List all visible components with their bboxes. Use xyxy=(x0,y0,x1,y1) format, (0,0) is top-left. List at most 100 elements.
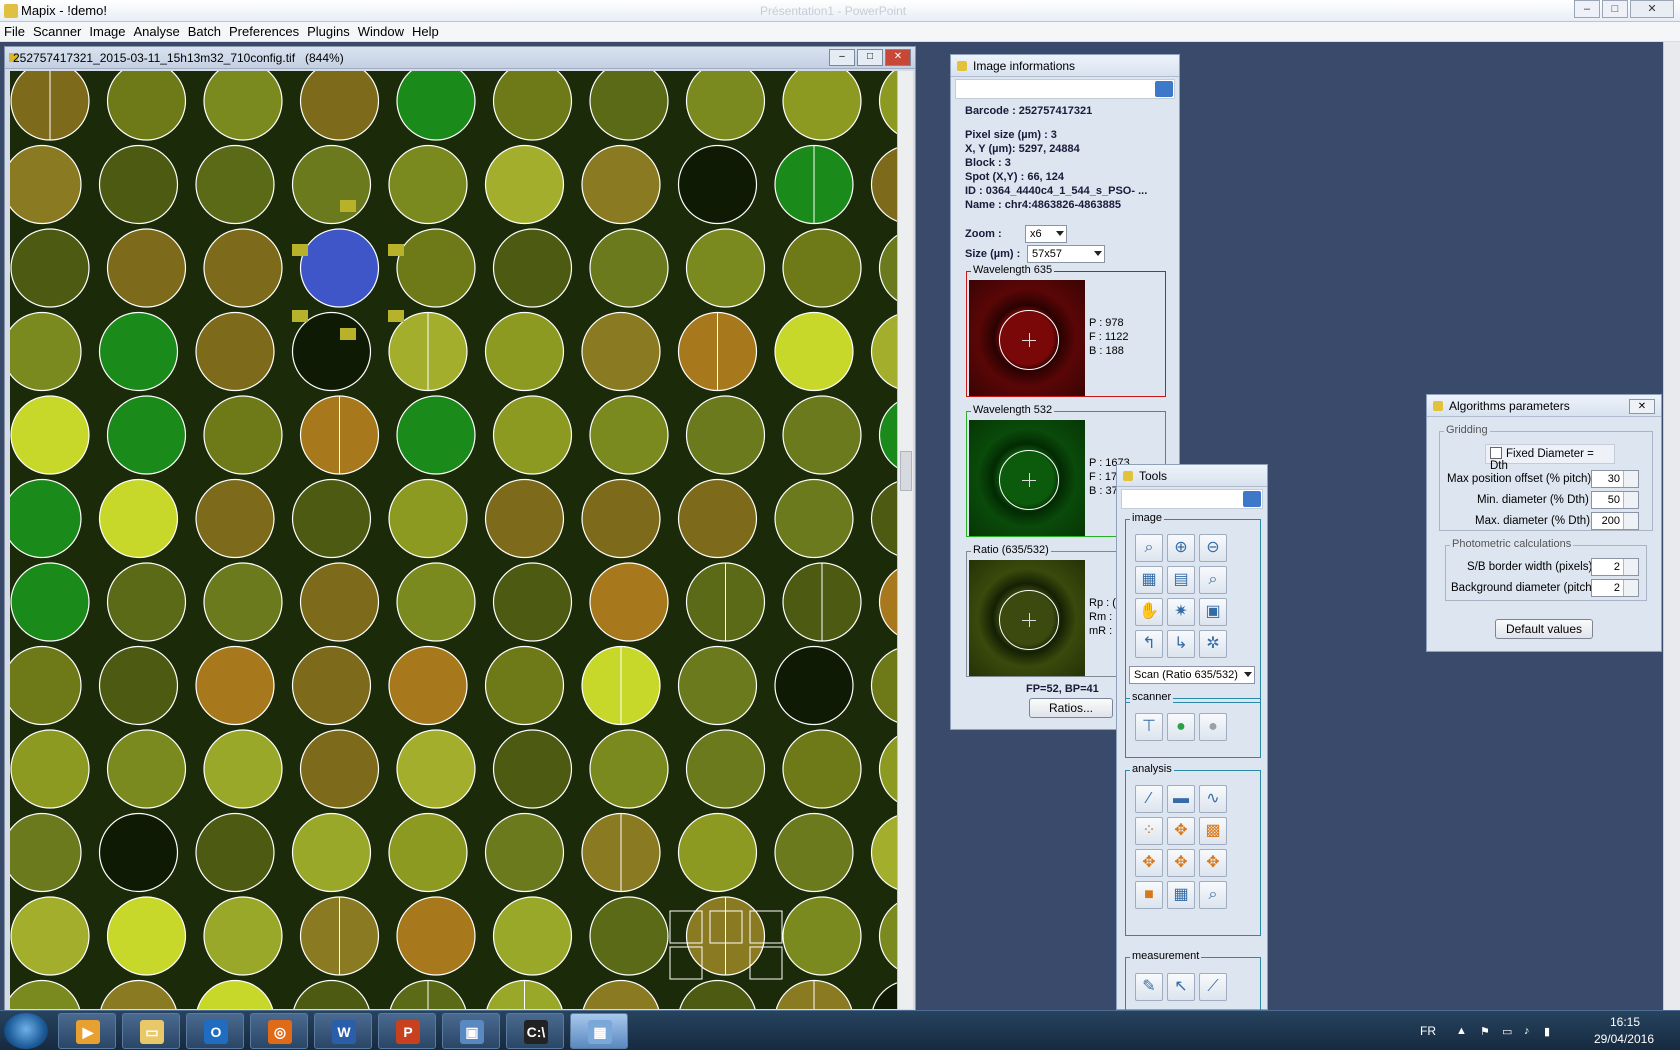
dock-icon[interactable] xyxy=(1243,491,1261,507)
spot[interactable] xyxy=(774,812,854,893)
ratios-button[interactable]: Ratios... xyxy=(1029,698,1113,718)
grid-marker[interactable] xyxy=(340,328,356,340)
spot[interactable] xyxy=(396,896,476,976)
scanner-tree-icon[interactable]: ⊤ xyxy=(1135,713,1163,741)
spot[interactable] xyxy=(10,896,90,976)
default-values-button[interactable]: Default values xyxy=(1495,619,1593,639)
spot[interactable] xyxy=(106,228,187,308)
hand-icon[interactable]: ✋ xyxy=(1135,598,1163,626)
spot[interactable] xyxy=(677,144,758,225)
image-minimize-button[interactable]: ‒ xyxy=(829,49,855,66)
move-block-icon[interactable]: ▩ xyxy=(1199,817,1227,845)
spot[interactable] xyxy=(685,729,766,809)
spot[interactable] xyxy=(492,228,573,308)
language-indicator[interactable]: FR xyxy=(1420,1024,1436,1038)
pointer-icon[interactable]: ↖ xyxy=(1167,973,1195,1001)
spot[interactable] xyxy=(582,979,660,1010)
spot[interactable] xyxy=(396,228,476,308)
spot[interactable] xyxy=(203,729,283,809)
spot[interactable] xyxy=(293,979,371,1010)
pencil-icon[interactable]: ✎ xyxy=(1135,973,1163,1001)
zoom-region-icon[interactable]: ⌕ xyxy=(1199,566,1227,594)
taskbar-cmd[interactable]: C:\ xyxy=(506,1013,564,1049)
volume-muted-icon[interactable]: ♪ xyxy=(1524,1025,1536,1037)
spot[interactable] xyxy=(870,480,898,558)
fixed-diameter-checkbox[interactable] xyxy=(1490,447,1502,459)
spot[interactable] xyxy=(299,729,380,809)
menu-analyse[interactable]: Analyse xyxy=(133,22,185,41)
spot[interactable] xyxy=(581,144,661,225)
taskbar-explorer[interactable]: ▭ xyxy=(122,1013,180,1049)
taskbar-powerpoint[interactable]: P xyxy=(378,1013,436,1049)
spot[interactable] xyxy=(484,311,565,392)
clock-time[interactable]: 16:15 xyxy=(1610,1015,1640,1029)
maximize-button[interactable]: □ xyxy=(1602,0,1628,18)
grid-marker[interactable] xyxy=(292,244,308,256)
spot[interactable] xyxy=(299,71,380,141)
spot[interactable] xyxy=(10,729,90,809)
ruler-icon[interactable]: ⟋ xyxy=(1199,973,1227,1001)
spot[interactable] xyxy=(878,563,898,641)
menu-image[interactable]: Image xyxy=(88,22,130,41)
auto-grid-c-icon[interactable]: ✥ xyxy=(1199,849,1227,877)
undo-icon[interactable]: ↰ xyxy=(1135,630,1163,658)
spot[interactable] xyxy=(396,395,476,475)
spot[interactable] xyxy=(10,478,82,559)
scanner-start-icon[interactable]: ● xyxy=(1167,713,1195,741)
taskbar-word[interactable]: W xyxy=(314,1013,372,1049)
spot[interactable] xyxy=(589,896,669,976)
spot[interactable] xyxy=(388,645,468,726)
menu-file[interactable]: File xyxy=(3,22,30,41)
minimize-button[interactable]: ‒ xyxy=(1574,0,1600,18)
spot[interactable] xyxy=(782,71,862,141)
spot[interactable] xyxy=(388,812,468,893)
spinner-arrows-icon[interactable] xyxy=(1623,513,1638,529)
spot[interactable] xyxy=(484,812,565,893)
dock-icon[interactable] xyxy=(1155,81,1173,97)
scan-mode-combo[interactable]: Scan (Ratio 635/532) xyxy=(1129,666,1255,684)
spot[interactable] xyxy=(589,729,669,809)
taskbar-firefox[interactable]: ◎ xyxy=(250,1013,308,1049)
spot[interactable] xyxy=(106,71,187,141)
image-informations-titlebar[interactable]: Image informations xyxy=(951,55,1179,77)
taskbar-photo-viewer[interactable]: ▣ xyxy=(442,1013,500,1049)
spot[interactable] xyxy=(878,897,898,975)
spot[interactable] xyxy=(291,645,372,726)
grid-marker[interactable] xyxy=(388,244,404,256)
auto-spot-icon[interactable]: ⁘ xyxy=(1135,817,1163,845)
network-icon[interactable]: ✲ xyxy=(1199,630,1227,658)
spot[interactable] xyxy=(98,812,179,893)
spot[interactable] xyxy=(774,645,854,726)
spot[interactable] xyxy=(10,311,82,392)
spot[interactable] xyxy=(782,228,862,308)
taskbar-outlook[interactable]: O xyxy=(186,1013,244,1049)
scrollbar-thumb[interactable] xyxy=(900,451,912,491)
clock-date[interactable]: 29/04/2016 xyxy=(1594,1032,1654,1046)
spot[interactable] xyxy=(492,395,573,475)
spot[interactable] xyxy=(870,146,898,224)
spot[interactable] xyxy=(396,562,476,642)
zoom-out-icon[interactable]: ⊖ xyxy=(1199,534,1227,562)
spot[interactable] xyxy=(396,729,476,809)
auto-grid-a-icon[interactable]: ✥ xyxy=(1135,849,1163,877)
spot[interactable] xyxy=(98,645,179,726)
profile-icon[interactable]: ∿ xyxy=(1199,785,1227,813)
spot[interactable] xyxy=(106,896,187,976)
spot[interactable] xyxy=(203,395,283,475)
scanner-stop-icon[interactable]: ● xyxy=(1199,713,1227,741)
spot[interactable] xyxy=(195,478,275,559)
spinner-arrows-icon[interactable] xyxy=(1623,559,1638,575)
spot[interactable] xyxy=(679,979,757,1010)
close-button[interactable]: ✕ xyxy=(1630,0,1674,18)
spot[interactable] xyxy=(291,478,372,559)
spot[interactable] xyxy=(589,562,669,642)
spot[interactable] xyxy=(10,645,82,726)
redo-icon[interactable]: ↳ xyxy=(1167,630,1195,658)
spot[interactable] xyxy=(685,228,766,308)
power-icon[interactable]: ▮ xyxy=(1544,1025,1556,1038)
spot[interactable] xyxy=(10,562,90,642)
spot[interactable] xyxy=(872,981,898,1010)
image-maximize-button[interactable]: □ xyxy=(857,49,883,66)
zoom-in-icon[interactable]: ⊕ xyxy=(1167,534,1195,562)
spot[interactable] xyxy=(774,311,854,392)
